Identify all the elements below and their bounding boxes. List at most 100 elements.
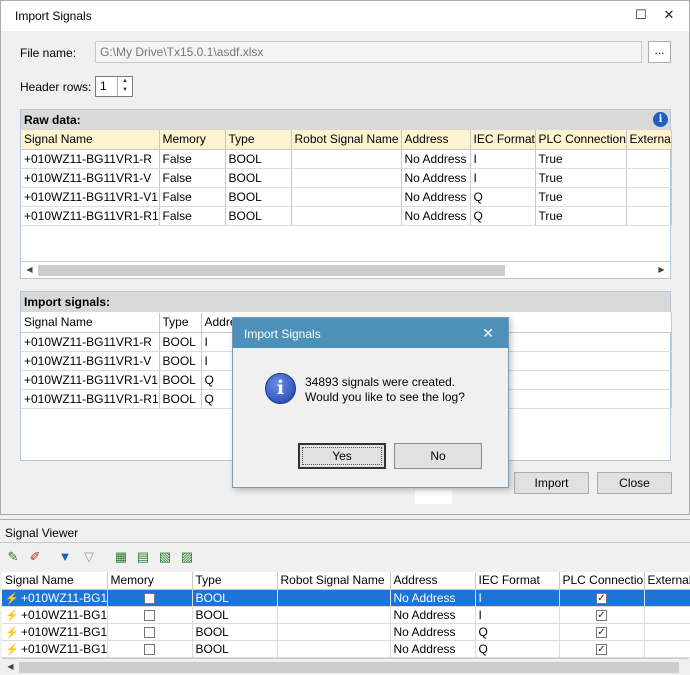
close-icon[interactable]: ✕ [482,325,494,342]
table-cell: BOOL [225,206,292,226]
new-signal-icon[interactable]: ✎ [4,548,22,566]
no-button[interactable]: No [394,443,482,469]
external-cell [644,606,690,624]
address-cell: No Address [390,640,476,658]
clear-filter-icon[interactable]: ▽ [80,548,98,566]
table-cell: I [470,168,536,188]
type-cell: BOOL [192,623,278,641]
memory-checkbox[interactable] [144,626,155,638]
signal-name-cell[interactable]: ⚡ +010WZ11-BG11 [2,623,108,641]
table-row[interactable]: +010WZ11-BG11VR1-R False BOOL No Address I Tr… [21,149,672,169]
robot-signal-cell [277,606,391,624]
browse-button[interactable]: ... [648,41,671,63]
import-button[interactable]: Import [514,472,589,494]
header-rows-spinner[interactable]: ▲ ▼ [117,77,132,96]
table-cell: BOOL [225,149,292,169]
delete-signal-icon[interactable]: ✐ [26,548,44,566]
raw-data-header: Raw data: [21,110,670,130]
signal-name: +010WZ11-BG11 [21,624,107,639]
scroll-left-icon[interactable]: ◀ [21,262,38,278]
column-header: Type [159,313,202,333]
plc-connection-checkbox[interactable]: ✓ [596,626,607,638]
scroll-right-icon[interactable]: ▶ [653,262,670,278]
close-button[interactable]: Close [597,472,672,494]
signal-name-cell[interactable]: ⚡ +010WZ11-BG11 [2,640,108,658]
export-icon[interactable]: ▦ [112,548,130,566]
signal-icon: ⚡ [5,626,19,639]
column-header: PLC Connection [559,572,645,590]
signal-name-cell[interactable]: ⚡ +010WZ11-BG11 [2,589,108,607]
iec-format-cell: Q [475,623,560,641]
signal-row[interactable]: ⚡ +010WZ11-BG11 BOOL No Address Q ✓ [2,640,690,658]
table-cell [626,149,672,169]
unmap-icon[interactable]: ▨ [178,548,196,566]
table-cell [291,149,402,169]
external-cell [644,623,690,641]
table-cell: False [159,187,226,207]
spin-up-icon[interactable]: ▲ [118,77,132,86]
signal-row[interactable]: ⚡ +010WZ11-BG11 BOOL No Address I ✓ [2,589,690,607]
message-box-title-bar[interactable]: Import Signals ✕ [233,318,508,348]
signal-row[interactable]: ⚡ +010WZ11-BG11 BOOL No Address I ✓ [2,606,690,624]
signal-row[interactable]: ⚡ +010WZ11-BG11 BOOL No Address Q ✓ [2,623,690,641]
filter-icon[interactable]: ▼ [56,548,74,566]
column-header: Memory [107,572,193,590]
close-icon[interactable]: ✕ [661,7,677,23]
table-cell: I [470,149,536,169]
map-icon[interactable]: ▧ [156,548,174,566]
column-header: Signal Name [21,130,160,150]
table-cell: +010WZ11-BG11VR1-V [21,351,160,371]
plc-connection-checkbox[interactable]: ✓ [596,609,607,621]
memory-cell [107,589,193,607]
column-header: External [626,130,672,150]
column-header: Robot Signal Name [277,572,391,590]
table-cell [291,206,402,226]
address-cell: No Address [390,606,476,624]
table-cell: BOOL [225,168,292,188]
plc-connection-cell: ✓ [559,606,645,624]
type-cell: BOOL [192,640,278,658]
robot-signal-cell [277,589,391,607]
column-header: Address [390,572,476,590]
plc-connection-cell: ✓ [559,623,645,641]
memory-cell [107,606,193,624]
plc-connection-checkbox[interactable]: ✓ [596,643,607,655]
table-row[interactable]: +010WZ11-BG11VR1-V False BOOL No Address I Tr… [21,168,672,188]
yes-label: Yes [332,449,352,463]
plc-connection-checkbox[interactable]: ✓ [596,592,607,604]
maximize-icon[interactable]: ☐ [633,7,649,23]
scroll-thumb[interactable] [38,265,505,276]
import-signals-header: Import signals: [21,292,670,312]
signal-name-cell[interactable]: ⚡ +010WZ11-BG11 [2,606,108,624]
file-name-field[interactable]: G:\My Drive\Tx15.0.1\asdf.xlsx [95,41,642,63]
table-cell: BOOL [159,370,202,390]
information-icon: i [265,373,296,404]
spin-down-icon[interactable]: ▼ [118,86,132,95]
import-icon[interactable]: ▤ [134,548,152,566]
table-cell: +010WZ11-BG11VR1-R [21,149,160,169]
column-header: Memory [159,130,226,150]
external-cell [644,640,690,658]
yes-button[interactable]: Yes [298,443,386,469]
table-row[interactable]: +010WZ11-BG11VR1-V1 False BOOL No Address Q T… [21,187,672,207]
address-cell: No Address [390,623,476,641]
table-row[interactable]: +010WZ11-BG11VR1-R1 False BOOL No Address Q T… [21,206,672,226]
scroll-thumb[interactable] [19,662,679,673]
message-box: Import Signals ✕ i 34893 signals were cr… [232,317,509,488]
memory-checkbox[interactable] [144,609,155,621]
signal-viewer-hscrollbar[interactable]: ◀ [2,658,688,675]
raw-data-hscrollbar[interactable]: ◀ ▶ [21,261,670,278]
plc-connection-cell: ✓ [559,589,645,607]
table-cell: +010WZ11-BG11VR1-V1 [21,370,160,390]
memory-checkbox[interactable] [144,592,155,604]
import-signals-title: Import signals: [24,295,111,309]
table-cell: False [159,168,226,188]
dialog-title-bar[interactable]: Import Signals ☐ ✕ [1,1,689,31]
table-cell: +010WZ11-BG11VR1-R1 [21,206,160,226]
signal-viewer-table: Signal Name Memory Type Robot Signal Name Ad… [2,572,690,658]
info-icon[interactable]: i [653,112,668,127]
table-cell: No Address [401,187,471,207]
memory-checkbox[interactable] [144,643,155,655]
type-cell: BOOL [192,606,278,624]
scroll-left-icon[interactable]: ◀ [2,659,19,675]
